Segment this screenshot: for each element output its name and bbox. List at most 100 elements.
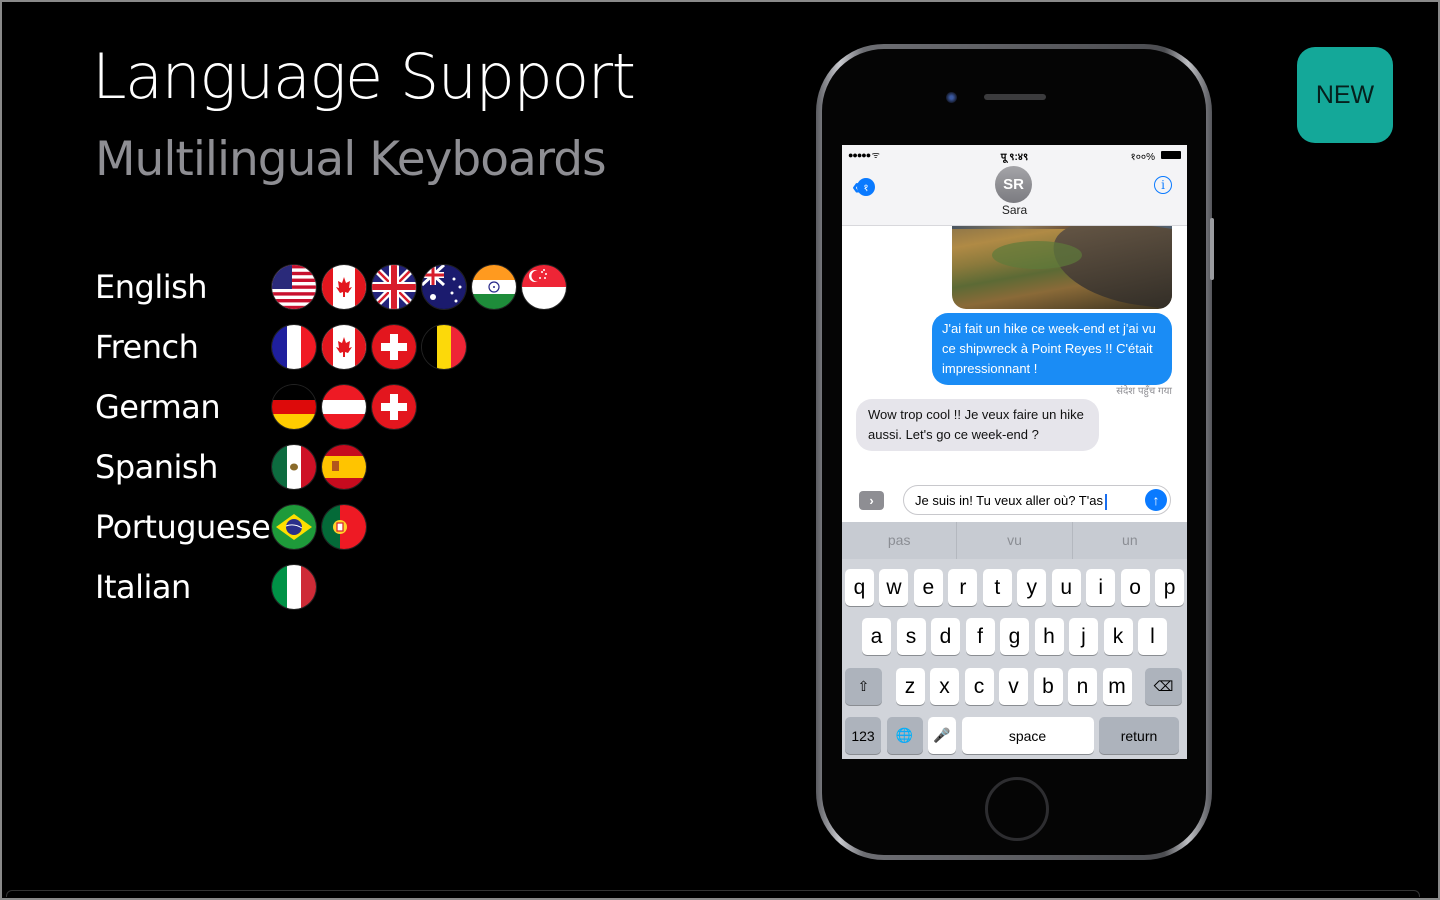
slide: Language Support Multilingual Keyboards …	[2, 2, 1438, 898]
key-c[interactable]: c	[964, 668, 994, 705]
send-button[interactable]: ↑	[1145, 489, 1167, 511]
flag-spain-icon	[322, 445, 366, 489]
flag-group	[272, 265, 566, 309]
language-name: Italian	[95, 568, 191, 606]
key-v[interactable]: v	[999, 668, 1028, 705]
flag-switzerland-icon	[372, 325, 416, 369]
flag-united-states-icon	[272, 265, 316, 309]
language-name: English	[95, 268, 208, 306]
flag-brazil-icon	[272, 505, 316, 549]
key-l[interactable]: l	[1138, 618, 1167, 655]
key-h[interactable]: h	[1034, 618, 1064, 655]
front-camera	[946, 92, 957, 103]
messages-screen: ●●●●● ᯤ पू ९:४९ १००% ‹ १ SR Sara i J'ai …	[842, 145, 1187, 759]
shipwreck-photo[interactable]	[952, 215, 1172, 309]
message-input[interactable]: Je suis in! Tu veux aller où? T'as ↑	[903, 485, 1171, 515]
flag-portugal-icon	[322, 505, 366, 549]
language-row-french: French	[95, 324, 466, 370]
key-o[interactable]: o	[1120, 569, 1150, 606]
language-name: German	[95, 388, 221, 426]
suggestion[interactable]: un	[1073, 522, 1187, 559]
language-row-english: English	[95, 264, 566, 310]
language-row-portuguese: Portuguese	[95, 504, 366, 550]
globe-icon[interactable]: 🌐	[886, 717, 923, 754]
language-name: Spanish	[95, 448, 218, 486]
key-b[interactable]: b	[1033, 668, 1063, 705]
language-name: Portuguese	[95, 508, 271, 546]
space-key[interactable]: space	[961, 717, 1094, 754]
key-z[interactable]: z	[895, 668, 925, 705]
key-k[interactable]: k	[1103, 618, 1133, 655]
battery-icon	[1161, 151, 1181, 159]
flag-germany-icon	[272, 385, 316, 429]
power-button	[1210, 218, 1214, 280]
flag-mexico-icon	[272, 445, 316, 489]
flag-group	[272, 445, 366, 489]
key-y[interactable]: y	[1017, 569, 1047, 606]
language-row-italian: Italian	[95, 564, 316, 610]
slide-title: Language Support	[92, 40, 636, 113]
status-bar: ●●●●● ᯤ पू ९:४९ १००%	[842, 145, 1187, 165]
key-i[interactable]: i	[1086, 569, 1116, 606]
window-bottom-edge	[6, 890, 1420, 897]
language-name: French	[95, 328, 199, 366]
language-row-german: German	[95, 384, 416, 430]
flag-switzerland-icon	[372, 385, 416, 429]
key-a[interactable]: a	[862, 618, 891, 655]
flag-italy-icon	[272, 565, 316, 609]
flag-united-kingdom-icon	[372, 265, 416, 309]
key-x[interactable]: x	[930, 668, 959, 705]
suggestion[interactable]: pas	[842, 522, 958, 559]
flag-india-icon	[472, 265, 516, 309]
key-t[interactable]: t	[982, 569, 1012, 606]
text-caret	[1104, 493, 1107, 510]
info-icon[interactable]: i	[1154, 176, 1172, 194]
back-button[interactable]: ‹ १	[852, 175, 875, 199]
key-r[interactable]: r	[948, 569, 978, 606]
contact-name[interactable]: Sara	[842, 203, 1187, 217]
key-s[interactable]: s	[896, 618, 926, 655]
predictive-bar: pas vu un	[842, 522, 1187, 559]
flag-group	[272, 325, 466, 369]
message-input-text: Je suis in! Tu veux aller où? T'as	[915, 493, 1103, 508]
language-row-spanish: Spanish	[95, 444, 366, 490]
flag-group	[272, 505, 366, 549]
flag-france-icon	[272, 325, 316, 369]
earpiece-speaker	[984, 94, 1046, 100]
key-d[interactable]: d	[931, 618, 960, 655]
flag-canada-icon	[322, 265, 366, 309]
flag-australia-icon	[422, 265, 466, 309]
key-p[interactable]: p	[1155, 569, 1185, 606]
flag-group	[272, 565, 316, 609]
flag-belgium-icon	[422, 325, 466, 369]
key-j[interactable]: j	[1069, 618, 1098, 655]
key-u[interactable]: u	[1051, 569, 1081, 606]
key-w[interactable]: w	[879, 569, 909, 606]
key-g[interactable]: g	[1000, 618, 1029, 655]
numbers-key[interactable]: 123	[845, 717, 881, 754]
new-badge: NEW	[1297, 47, 1393, 143]
flag-singapore-icon	[522, 265, 566, 309]
message-bubble-outgoing: J'ai fait un hike ce week-end et j'ai vu…	[932, 313, 1172, 385]
return-key[interactable]: return	[1099, 717, 1179, 754]
contact-avatar[interactable]: SR	[995, 166, 1032, 203]
keyboard: pas vu un qwertyuiop asdfghjkl ⇧ z x c v b n m ⌫…	[842, 522, 1187, 759]
flag-austria-icon	[322, 385, 366, 429]
home-button[interactable]	[985, 777, 1049, 841]
suggestion[interactable]: vu	[957, 522, 1073, 559]
shift-icon[interactable]: ⇧	[845, 668, 882, 705]
key-f[interactable]: f	[965, 618, 995, 655]
key-n[interactable]: n	[1068, 668, 1097, 705]
slide-subtitle: Multilingual Keyboards	[95, 132, 607, 187]
conversation-header: ●●●●● ᯤ पू ९:४९ १००% ‹ १ SR Sara i	[842, 145, 1187, 226]
key-e[interactable]: e	[913, 569, 943, 606]
message-bubble-incoming: Wow trop cool !! Je veux faire un hike a…	[856, 399, 1099, 451]
expand-apps-button[interactable]: ›	[859, 491, 884, 510]
key-q[interactable]: q	[845, 569, 874, 606]
delivered-status: संदेश पहुँच गया	[1116, 386, 1172, 397]
battery-percent: १००%	[1130, 152, 1156, 163]
unread-count-badge: १	[857, 178, 875, 196]
key-m[interactable]: m	[1102, 668, 1132, 705]
microphone-icon[interactable]: 🎤	[928, 717, 956, 754]
delete-icon[interactable]: ⌫	[1145, 668, 1182, 705]
